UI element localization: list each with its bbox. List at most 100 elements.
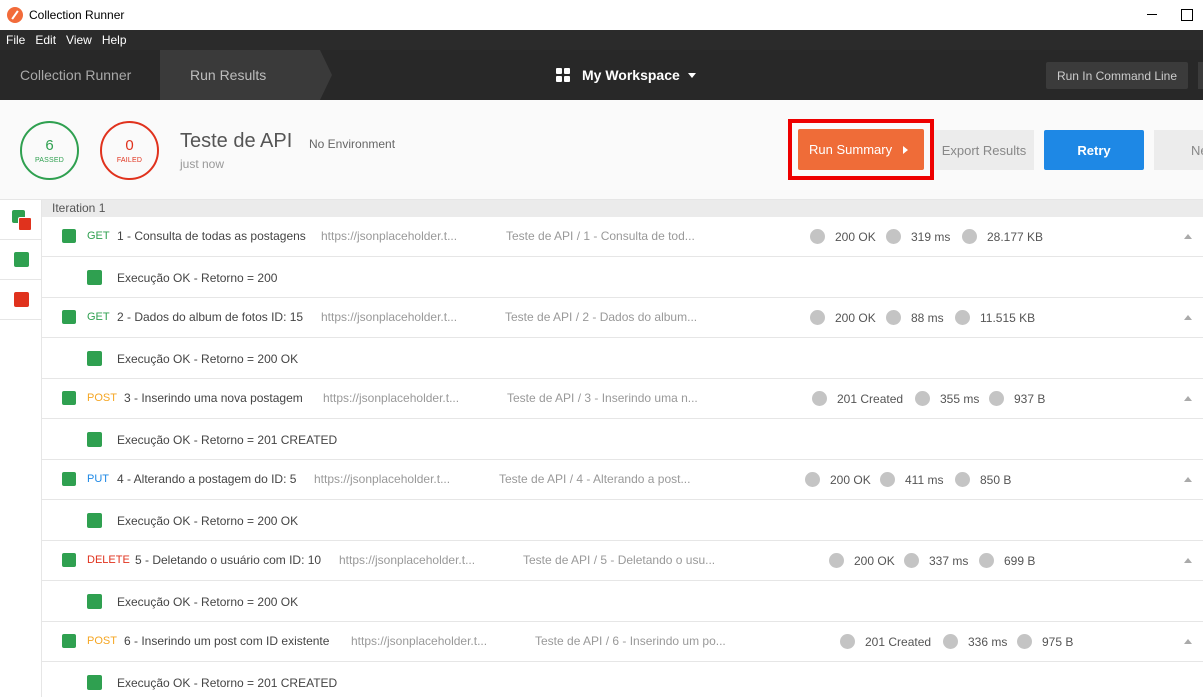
pass-square-icon [87,513,102,528]
response-time: 337 ms [929,553,969,568]
request-url: https://jsonplaceholder.t... [323,391,460,405]
run-summary-bar: 6 PASSED 0 FAILED Teste de API No Enviro… [0,100,1203,200]
request-row[interactable]: DELETE 5 - Deletando o usuário com ID: 1… [42,541,1203,581]
workspace-grid-icon [556,68,570,82]
breadcrumb-collection-runner[interactable]: Collection Runner [20,50,131,100]
status-metric: 200 OK [810,310,876,325]
menu-help[interactable]: Help [102,33,127,47]
response-time: 336 ms [968,634,1008,649]
postman-logo-icon [7,7,23,23]
chevron-up-icon[interactable] [1184,234,1192,239]
request-path: Teste de API / 6 - Inserindo um po... [535,634,726,648]
fail-square-icon [14,292,29,307]
menu-file[interactable]: File [6,33,25,47]
rail-filter-failed[interactable] [0,280,41,320]
pass-square-icon [87,432,102,447]
chevron-up-icon[interactable] [1184,477,1192,482]
request-name: 4 - Alterando a postagem do ID: 5 [117,472,297,486]
status-dot-icon [829,553,844,568]
rail-filter-all[interactable] [0,200,41,240]
run-in-command-line-button[interactable]: Run In Command Line [1046,62,1188,89]
fail-square-icon [18,217,32,231]
status-code: 200 OK [854,553,895,568]
workspace-switcher[interactable]: My Workspace [556,50,696,100]
request-name: 3 - Inserindo uma nova postagem [124,391,303,405]
pass-square-icon [87,594,102,609]
request-row[interactable]: POST 6 - Inserindo um post com ID existe… [42,622,1203,662]
status-dot-icon [810,229,825,244]
request-row[interactable]: GET 2 - Dados do album de fotos ID: 15 h… [42,298,1203,338]
run-summary-label: Run Summary [809,142,893,157]
time-dot-icon [886,229,901,244]
pass-square-icon [62,472,76,486]
request-row[interactable]: GET 1 - Consulta de todas as postagens h… [42,217,1203,257]
status-metric: 200 OK [805,472,871,487]
menu-edit[interactable]: Edit [35,33,56,47]
pass-square-icon [62,391,76,405]
window-title: Collection Runner [29,8,125,22]
collection-name: Teste de API [180,130,293,152]
request-method: GET [87,230,110,242]
time-metric: 88 ms [886,310,944,325]
pass-square-icon [87,270,102,285]
menu-view[interactable]: View [66,33,92,47]
request-method: GET [87,311,110,323]
run-summary-button[interactable]: Run Summary [798,129,924,170]
request-name: 1 - Consulta de todas as postagens [117,229,306,243]
request-row[interactable]: POST 3 - Inserindo uma nova postagem htt… [42,379,1203,419]
maximize-icon[interactable] [1169,0,1203,30]
header-overflow-button[interactable] [1198,62,1203,89]
request-path: Teste de API / 5 - Deletando o usu... [523,553,716,567]
response-time: 88 ms [911,310,944,325]
runner-header: Collection Runner Run Results My Workspa… [0,50,1203,100]
chevron-up-icon[interactable] [1184,558,1192,563]
time-dot-icon [904,553,919,568]
request-method: DELETE [87,554,130,566]
pass-square-icon [62,229,76,243]
menu-bar: File Edit View Help [0,30,1203,50]
new-button[interactable]: Ne [1154,130,1203,170]
play-icon [903,146,908,154]
window-controls [1135,0,1203,30]
status-code: 200 OK [835,229,876,244]
time-dot-icon [915,391,930,406]
response-size: 975 B [1042,634,1074,649]
status-dot-icon [805,472,820,487]
size-metric: 975 B [1017,634,1073,649]
request-path: Teste de API / 2 - Dados do album... [505,310,698,324]
retry-button[interactable]: Retry [1044,130,1144,170]
chevron-up-icon[interactable] [1184,396,1192,401]
request-row[interactable]: PUT 4 - Alterando a postagem do ID: 5 ht… [42,460,1203,500]
pass-square-icon [62,553,76,567]
status-metric: 201 Created [812,391,903,406]
breadcrumb-run-results[interactable]: Run Results [160,50,332,100]
chevron-up-icon[interactable] [1184,315,1192,320]
request-url: https://jsonplaceholder.t... [351,634,488,648]
size-metric: 11.515 KB [955,310,1035,325]
size-metric: 699 B [979,553,1035,568]
time-dot-icon [880,472,895,487]
time-dot-icon [886,310,901,325]
response-size: 699 B [1004,553,1036,568]
passed-count: 6 [45,136,54,154]
status-metric: 200 OK [810,229,876,244]
status-metric: 200 OK [829,553,895,568]
test-result-text: Execução OK - Retorno = 200 OK [117,352,299,366]
request-path: Teste de API / 4 - Alterando a post... [499,472,691,486]
size-metric: 850 B [955,472,1011,487]
status-dot-icon [840,634,855,649]
rail-filter-passed[interactable] [0,240,41,280]
time-metric: 336 ms [943,634,1007,649]
test-result-row: Execução OK - Retorno = 201 CREATED [42,662,1203,697]
response-size: 937 B [1014,391,1046,406]
response-time: 319 ms [911,229,951,244]
export-results-button[interactable]: Export Results [934,130,1034,170]
iteration-header: Iteration 1 [42,200,1203,217]
iteration-rail [0,200,42,697]
chevron-up-icon[interactable] [1184,639,1192,644]
size-dot-icon [979,553,994,568]
test-result-text: Execução OK - Retorno = 201 CREATED [117,433,338,447]
response-time: 355 ms [940,391,980,406]
test-result-row: Execução OK - Retorno = 201 CREATED [42,419,1203,460]
minimize-icon[interactable] [1135,0,1169,30]
